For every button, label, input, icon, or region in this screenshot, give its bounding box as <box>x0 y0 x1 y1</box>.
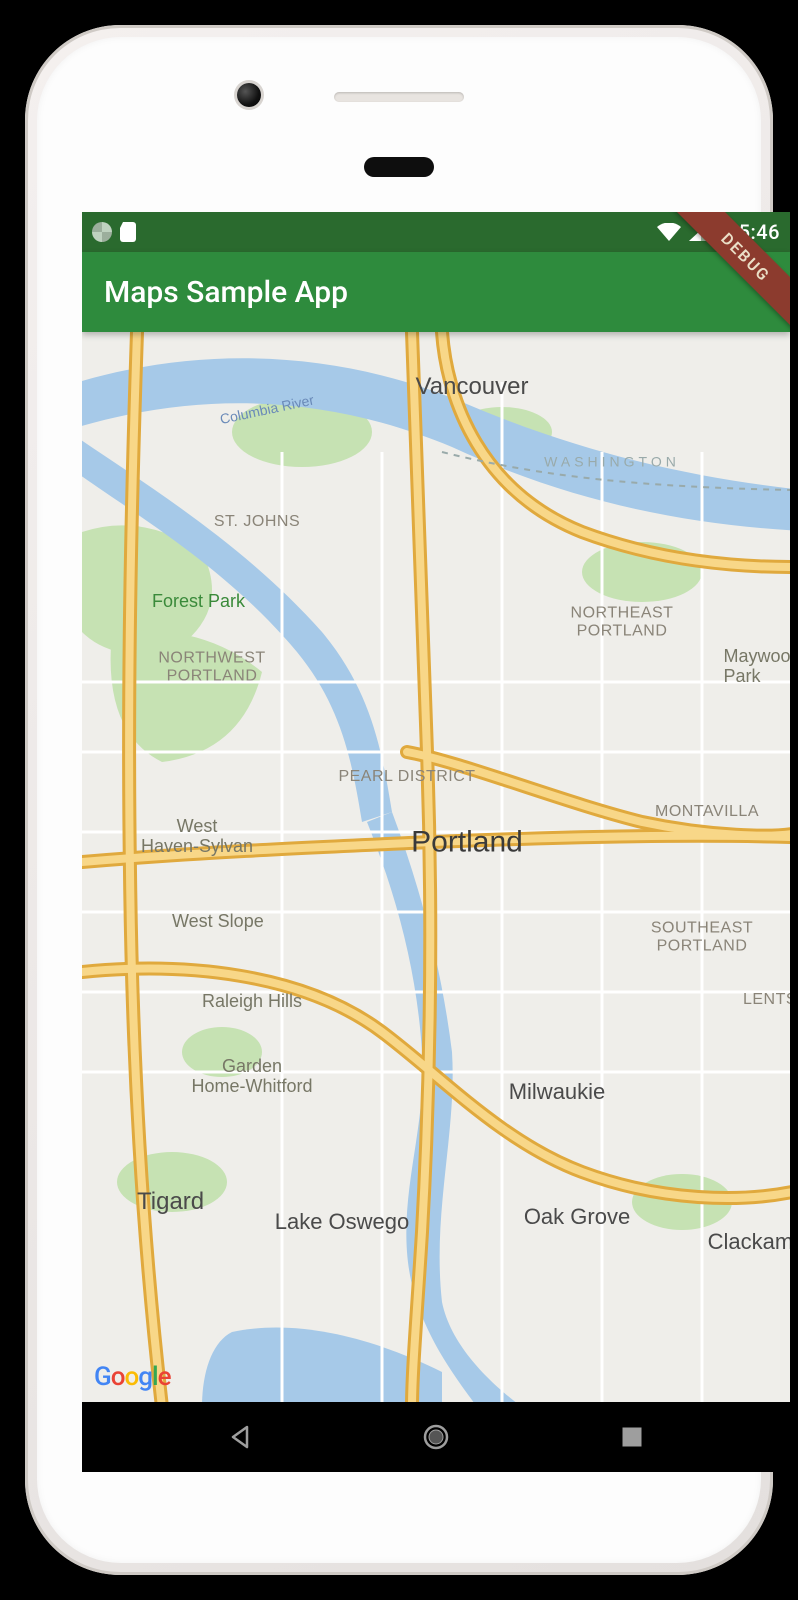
district-label-pearl: PEARL DISTRICT <box>338 768 475 786</box>
place-label-maywood-park: Maywood Park <box>723 647 790 687</box>
district-label-lents: LENTS <box>743 991 790 1009</box>
status-bar: 5:46 <box>82 212 790 252</box>
loading-spinner-icon <box>92 222 112 242</box>
city-label-tigard: Tigard <box>137 1189 204 1215</box>
battery-charging-icon <box>717 221 731 243</box>
city-label-clackamas: Clackamas <box>708 1230 790 1254</box>
place-label-west-slope: West Slope <box>172 912 264 932</box>
proximity-sensor <box>364 157 434 177</box>
district-label-montavilla: MONTAVILLA <box>655 803 759 821</box>
city-label-vancouver: Vancouver <box>416 374 529 400</box>
district-label-nw-portland: NORTHWEST PORTLAND <box>158 649 265 684</box>
state-label-washington: WASHINGTON <box>544 454 680 469</box>
phone-bezel: 5:46 DEBUG Maps Sample App <box>37 37 761 1563</box>
place-label-garden-home-whitford: Garden Home-Whitford <box>191 1057 312 1097</box>
android-nav-bar <box>82 1402 790 1472</box>
google-attribution: Google <box>94 1362 171 1392</box>
map-view[interactable]: Vancouver Columbia River WASHINGTON ST. … <box>82 332 790 1402</box>
status-clock: 5:46 <box>739 220 780 244</box>
city-label-portland: Portland <box>411 826 523 859</box>
screen: 5:46 DEBUG Maps Sample App <box>82 212 790 1472</box>
place-label-west-haven-sylvan: West Haven-Sylvan <box>141 817 253 857</box>
wifi-icon <box>657 223 681 241</box>
place-label-raleigh-hills: Raleigh Hills <box>202 992 302 1012</box>
front-camera <box>237 83 261 107</box>
recents-button[interactable] <box>615 1420 649 1454</box>
phone-frame: 5:46 DEBUG Maps Sample App <box>25 25 773 1575</box>
home-button[interactable] <box>419 1420 453 1454</box>
cell-signal-icon <box>689 223 709 241</box>
back-button[interactable] <box>223 1420 257 1454</box>
park-label-forest-park: Forest Park <box>152 592 245 612</box>
app-bar: Maps Sample App <box>82 252 790 332</box>
city-label-milwaukie: Milwaukie <box>509 1080 606 1104</box>
city-label-lake-oswego: Lake Oswego <box>275 1210 410 1234</box>
city-label-oak-grove: Oak Grove <box>524 1205 630 1229</box>
earpiece-speaker <box>334 92 464 102</box>
sd-card-icon <box>120 222 136 242</box>
district-label-ne-portland: NORTHEAST PORTLAND <box>571 604 674 639</box>
district-label-st-johns: ST. JOHNS <box>214 513 300 531</box>
map-tiles <box>82 332 790 1402</box>
app-title: Maps Sample App <box>104 275 348 310</box>
district-label-se-portland: SOUTHEAST PORTLAND <box>651 919 753 954</box>
